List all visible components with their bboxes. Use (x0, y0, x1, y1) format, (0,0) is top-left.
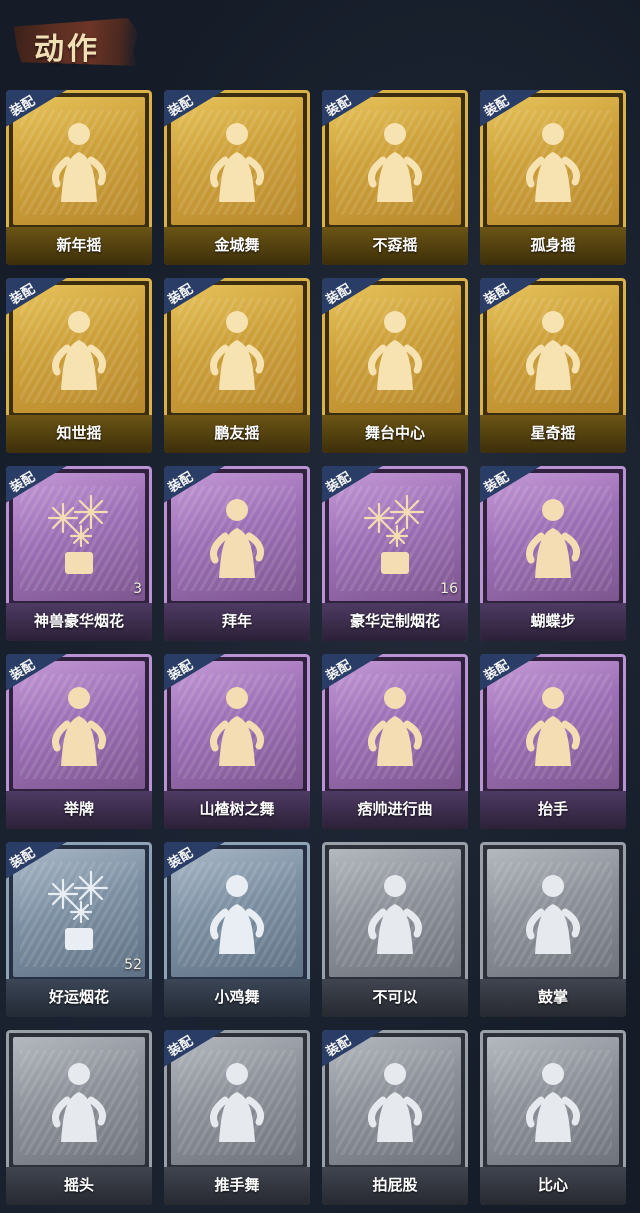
emote-card[interactable]: 星奇摇 装配 (480, 278, 626, 453)
equipped-badge: 装配 (6, 278, 70, 316)
equipped-badge: 装配 (6, 466, 70, 504)
emote-name: 金城舞 (214, 236, 260, 254)
emote-name: 孤身摇 (530, 236, 576, 254)
dancer-golden-city-icon (197, 116, 277, 204)
equipped-badge: 装配 (322, 466, 386, 504)
bow-greeting-icon (197, 492, 277, 580)
emote-card[interactable]: 比心 (480, 1030, 626, 1205)
equipped-badge: 装配 (164, 466, 228, 504)
emote-card[interactable]: 拜年 装配 (164, 466, 310, 641)
hawthorn-dance-icon (197, 680, 277, 768)
emote-card[interactable]: 舞台中心 装配 (322, 278, 468, 453)
butt-pat-icon (355, 1056, 435, 1144)
no-gesture-icon (355, 868, 435, 956)
emote-name: 推手舞 (214, 1176, 260, 1194)
emote-card[interactable]: 16 豪华定制烟花 装配 (322, 466, 468, 641)
emote-card[interactable]: 孤身摇 装配 (480, 90, 626, 265)
equipped-badge: 装配 (164, 278, 228, 316)
equipped-badge: 装配 (322, 654, 386, 692)
emote-name: 舞台中心 (364, 424, 425, 442)
item-count: 16 (440, 581, 458, 597)
emote-card[interactable]: 不孬摇 装配 (322, 90, 468, 265)
emote-name: 山楂树之舞 (199, 800, 275, 818)
emote-name: 摇头 (63, 1176, 94, 1194)
heart-hands-icon (513, 1056, 593, 1144)
dancer-zhishi-icon (39, 304, 119, 392)
dancer-xingqi-icon (513, 304, 593, 392)
emote-name: 不孬摇 (372, 236, 418, 254)
emote-card[interactable]: 鹏友摇 装配 (164, 278, 310, 453)
emote-name: 鼓掌 (537, 988, 568, 1006)
emote-card[interactable]: 痞帅进行曲 装配 (322, 654, 468, 829)
emote-name: 小鸡舞 (214, 988, 260, 1006)
head-shake-icon (39, 1056, 119, 1144)
emote-card[interactable]: 鼓掌 (480, 842, 626, 1017)
emote-name: 不可以 (372, 988, 418, 1006)
emote-name: 豪华定制烟花 (349, 612, 440, 630)
emote-name: 拜年 (221, 612, 252, 630)
equipped-badge: 装配 (6, 654, 70, 692)
emote-card[interactable]: 52 好运烟花 装配 (6, 842, 152, 1017)
emote-name: 鹏友摇 (214, 424, 260, 442)
equipped-badge: 装配 (6, 842, 70, 880)
emote-card[interactable]: 举牌 装配 (6, 654, 152, 829)
dancer-pengyou-icon (197, 304, 277, 392)
equipped-badge: 装配 (480, 654, 544, 692)
fireworks-box-icon (39, 492, 119, 580)
emote-name: 知世摇 (56, 424, 102, 442)
emote-card[interactable]: 金城舞 装配 (164, 90, 310, 265)
chicken-dance-icon (197, 868, 277, 956)
clap-icon (513, 868, 593, 956)
dancer-new-year-icon (39, 116, 119, 204)
emote-name: 新年摇 (56, 236, 102, 254)
emote-card[interactable]: 抬手 装配 (480, 654, 626, 829)
dancer-stage-center-icon (355, 304, 435, 392)
fireworks-can-icon (39, 868, 119, 956)
emote-name: 拍屁股 (372, 1176, 418, 1194)
emote-card[interactable]: 知世摇 装配 (6, 278, 152, 453)
emote-card[interactable]: 拍屁股 装配 (322, 1030, 468, 1205)
emote-name: 抬手 (537, 800, 568, 818)
dancer-arms-up-icon (355, 116, 435, 204)
equipped-badge: 装配 (164, 842, 228, 880)
emote-name: 蝴蝶步 (530, 612, 576, 630)
equipped-badge: 装配 (164, 1030, 228, 1068)
emote-name: 好运烟花 (48, 988, 109, 1006)
dancer-solo-icon (513, 116, 593, 204)
equipped-badge: 装配 (480, 466, 544, 504)
emote-card[interactable]: 3 神兽豪华烟花 装配 (6, 466, 152, 641)
sign-holding-icon (39, 680, 119, 768)
emote-name: 痞帅进行曲 (357, 800, 433, 818)
fireworks-box-icon (355, 492, 435, 580)
emote-card[interactable]: 新年摇 装配 (6, 90, 152, 265)
raise-hand-icon (513, 680, 593, 768)
item-count: 52 (124, 957, 142, 973)
item-count: 3 (133, 581, 142, 597)
emote-name: 举牌 (63, 800, 94, 818)
equipped-badge: 装配 (480, 278, 544, 316)
equipped-badge: 装配 (164, 90, 228, 128)
equipped-badge: 装配 (322, 90, 386, 128)
emote-name: 星奇摇 (530, 424, 576, 442)
emote-name: 神兽豪华烟花 (33, 612, 124, 630)
swagger-march-icon (355, 680, 435, 768)
emote-card[interactable]: 推手舞 装配 (164, 1030, 310, 1205)
emote-card[interactable]: 蝴蝶步 装配 (480, 466, 626, 641)
emote-card[interactable]: 不可以 (322, 842, 468, 1017)
emote-card[interactable]: 小鸡舞 装配 (164, 842, 310, 1017)
equipped-badge: 装配 (322, 1030, 386, 1068)
emote-card[interactable]: 摇头 (6, 1030, 152, 1205)
equipped-badge: 装配 (164, 654, 228, 692)
butterfly-step-icon (513, 492, 593, 580)
emote-card[interactable]: 山楂树之舞 装配 (164, 654, 310, 829)
equipped-badge: 装配 (6, 90, 70, 128)
equipped-badge: 装配 (480, 90, 544, 128)
emote-grid: 新年摇 装配 金城舞 装配 不孬摇 装配 孤身摇 装配 知世摇 装配 鹏友摇 装配 舞台中心 装配 星奇摇装… (0, 0, 640, 1213)
emote-name: 比心 (537, 1176, 568, 1194)
push-hand-dance-icon (197, 1056, 277, 1144)
equipped-badge: 装配 (322, 278, 386, 316)
